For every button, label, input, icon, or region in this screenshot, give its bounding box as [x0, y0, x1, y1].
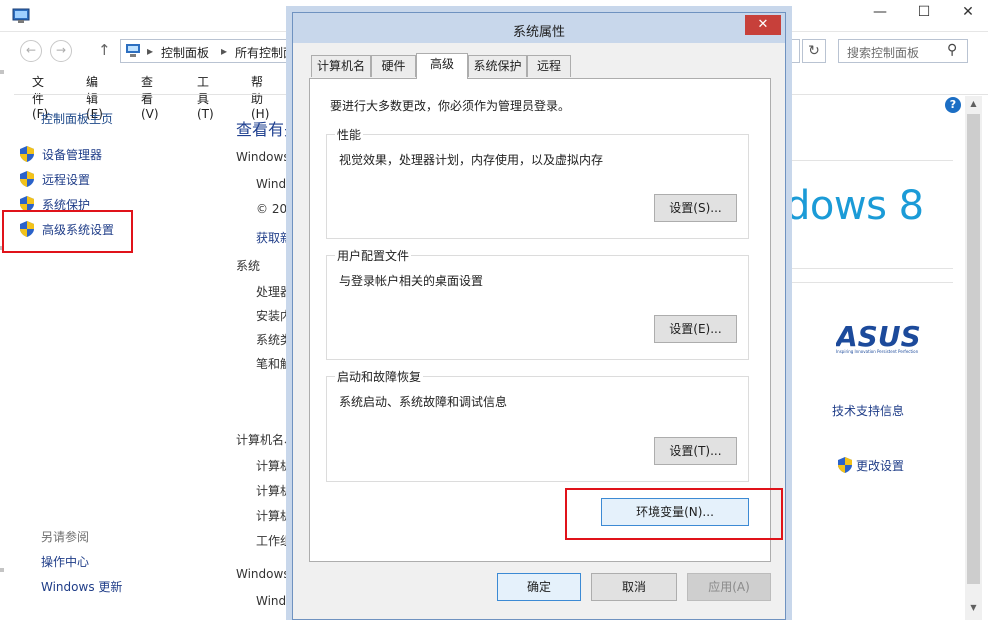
tab-advanced[interactable]: 高级: [416, 53, 468, 79]
search-placeholder: 搜索控制面板: [847, 46, 920, 60]
scroll-thumb[interactable]: [967, 114, 980, 584]
uac-shield-icon: [20, 171, 34, 187]
breadcrumb-all-items[interactable]: 所有控制面: [235, 44, 295, 61]
nav-label: 设备管理器: [42, 148, 103, 162]
up-arrow-icon[interactable]: ↑: [98, 41, 111, 59]
cancel-button[interactable]: 取消: [591, 573, 677, 601]
computer-name-section-label: 计算机名、: [236, 433, 292, 447]
full-computer-name-label: 计算机全名: [256, 484, 292, 498]
windows-update-link[interactable]: Windows 更新: [41, 578, 122, 595]
startup-recovery-group: 启动和故障恢复 系统启动、系统故障和调试信息 设置(T)...: [326, 368, 749, 482]
group-title: 性能: [335, 126, 364, 143]
back-button[interactable]: ←: [20, 40, 42, 62]
computer-description-label: 计算机描述: [256, 509, 292, 523]
get-new-features-link[interactable]: 获取新功能: [256, 229, 292, 246]
desktop-edge: [0, 60, 6, 580]
menu-view[interactable]: 查看(V): [141, 73, 159, 121]
search-input[interactable]: 搜索控制面板 ⚲: [838, 39, 968, 63]
system-properties-dialog: 系统属性 ✕ 计算机名 硬件 高级 系统保护 远程 要进行大多数更改，你必须作为…: [292, 12, 786, 620]
dialog-titlebar: 系统属性 ✕: [293, 13, 785, 43]
breadcrumb-control-panel[interactable]: 控制面板: [161, 44, 209, 61]
edition-line: Windows: [256, 177, 292, 191]
system-section-label: 系统: [236, 259, 261, 273]
close-button[interactable]: ✕: [946, 0, 988, 24]
scroll-down-arrow-icon[interactable]: ▼: [965, 600, 982, 616]
chevron-right-icon: ▸: [221, 44, 228, 58]
annotation-highlight-box: [565, 488, 783, 540]
group-title: 启动和故障恢复: [335, 368, 424, 385]
divider: [785, 268, 953, 269]
windows-8-logo: dows 8: [785, 183, 924, 229]
rail-dot: [0, 70, 4, 74]
tab-hardware[interactable]: 硬件: [371, 55, 416, 77]
apply-button[interactable]: 应用(A): [687, 573, 771, 601]
menu-help[interactable]: 帮助(H): [251, 73, 269, 121]
forward-button[interactable]: →: [50, 40, 72, 62]
dialog-body: 计算机名 硬件 高级 系统保护 远程 要进行大多数更改，你必须作为管理员登录。 …: [293, 43, 785, 619]
uac-shield-icon: [20, 146, 34, 162]
control-panel-icon: [126, 44, 140, 57]
control-panel-home-link[interactable]: 控制面板主页: [41, 110, 113, 127]
group-description: 系统启动、系统故障和调试信息: [339, 395, 508, 409]
see-also-heading: 另请参阅: [41, 530, 90, 544]
activation-section-label: Windows: [236, 567, 290, 581]
action-center-link[interactable]: 操作中心: [41, 553, 89, 570]
system-type-label: 系统类型: [256, 333, 292, 347]
computer-name-label: 计算机名: [256, 459, 292, 473]
maximize-button[interactable]: ☐: [902, 0, 946, 24]
help-icon[interactable]: ?: [945, 97, 961, 113]
page-heading: 查看有关: [236, 120, 294, 139]
search-icon[interactable]: ⚲: [947, 42, 957, 58]
asus-logo: ASUS: [836, 322, 921, 353]
tab-remote[interactable]: 远程: [527, 55, 571, 77]
dialog-title: 系统属性: [512, 25, 565, 40]
divider: [785, 282, 953, 283]
admin-note: 要进行大多数更改，你必须作为管理员登录。: [330, 99, 571, 113]
user-profiles-group: 用户配置文件 与登录帐户相关的桌面设置 设置(E)...: [326, 247, 749, 360]
workgroup-label: 工作组: [256, 534, 292, 548]
group-description: 与登录帐户相关的桌面设置: [339, 274, 484, 288]
dialog-close-button[interactable]: ✕: [745, 15, 781, 35]
pen-touch-label: 笔和触摸: [256, 357, 292, 371]
uac-shield-icon: [838, 457, 852, 473]
change-settings-label: 更改设置: [856, 459, 905, 473]
user-profiles-settings-button[interactable]: 设置(E)...: [654, 315, 737, 343]
tab-system-protection[interactable]: 系统保护: [468, 55, 527, 77]
refresh-button[interactable]: ↻: [802, 39, 826, 63]
ok-button[interactable]: 确定: [497, 573, 581, 601]
system-app-icon: [12, 8, 30, 23]
windows-edition-label: Windows: [236, 150, 290, 164]
annotation-highlight-box: [2, 210, 133, 253]
performance-settings-button[interactable]: 设置(S)...: [654, 194, 737, 222]
performance-group: 性能 视觉效果，处理器计划，内存使用，以及虚拟内存 设置(S)...: [326, 126, 749, 239]
minimize-button[interactable]: —: [858, 0, 902, 24]
memory-label: 安装内存: [256, 309, 292, 323]
asus-tagline: Inspiring Innovation Persistent Perfecti…: [836, 349, 919, 354]
group-description: 视觉效果，处理器计划，内存使用，以及虚拟内存: [339, 153, 604, 167]
nav-label: 远程设置: [42, 173, 91, 187]
startup-recovery-settings-button[interactable]: 设置(T)...: [654, 437, 737, 465]
group-title: 用户配置文件: [335, 247, 412, 264]
vertical-scrollbar[interactable]: ▲ ▼: [965, 96, 982, 620]
scroll-up-arrow-icon[interactable]: ▲: [965, 96, 982, 112]
processor-label: 处理器: [256, 285, 292, 299]
rail-dot: [0, 568, 4, 572]
tab-computer-name[interactable]: 计算机名: [311, 55, 371, 77]
divider: [785, 160, 953, 161]
tech-support-link[interactable]: 技术支持信息: [832, 402, 904, 419]
menu-tools[interactable]: 工具(T): [197, 73, 214, 121]
copyright-line: © 2012: [256, 202, 292, 216]
chevron-right-icon: ▸: [147, 44, 154, 58]
activation-line: Windows: [256, 594, 292, 608]
